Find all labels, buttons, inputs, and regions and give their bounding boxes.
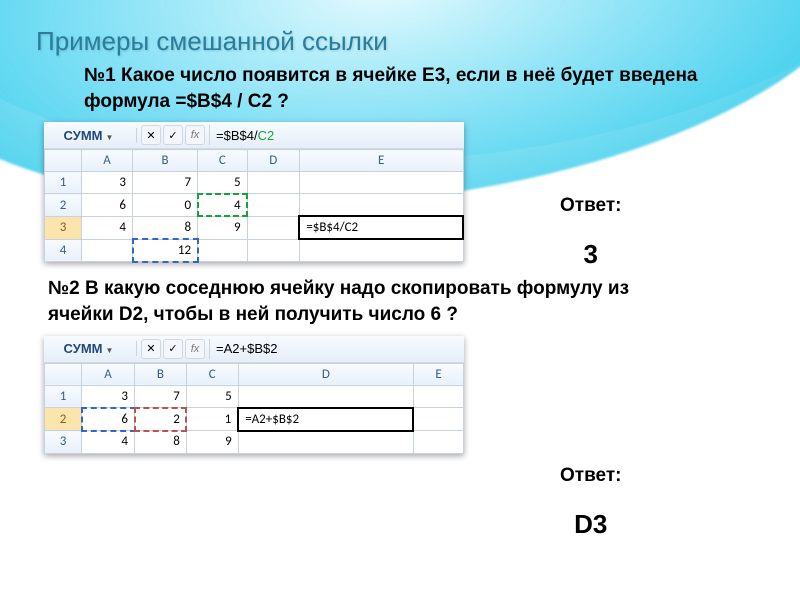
col-C[interactable]: C (186, 363, 238, 385)
cell[interactable] (82, 239, 133, 262)
cell[interactable]: 4 (82, 216, 133, 239)
cell[interactable] (299, 239, 463, 262)
cell[interactable]: 0 (133, 194, 198, 217)
row-3[interactable]: 3 (45, 431, 82, 454)
cell-D2-formula[interactable]: =A2+$B$2 (238, 408, 413, 431)
enter-icon[interactable]: ✓ (163, 125, 183, 145)
col-B[interactable]: B (133, 150, 198, 172)
col-A[interactable]: A (82, 363, 135, 385)
answer-1-value: 3 (560, 239, 621, 270)
cell[interactable]: 4 (82, 431, 135, 454)
enter-icon[interactable]: ✓ (163, 339, 183, 359)
row-2[interactable]: 2 (45, 408, 82, 431)
formula-bar[interactable]: =A2+$B$2 (210, 341, 464, 356)
cancel-icon[interactable]: ✕ (141, 125, 161, 145)
row-1[interactable]: 1 (45, 172, 82, 194)
chevron-down-icon: ▼ (102, 346, 116, 355)
cell[interactable] (299, 172, 463, 194)
cell-A2[interactable]: 6 (82, 408, 135, 431)
row-3[interactable]: 3 (45, 216, 82, 239)
cell[interactable] (198, 239, 248, 262)
row-2[interactable]: 2 (45, 194, 82, 217)
spreadsheet-2: СУММ▼ ✕ ✓ fx =A2+$B$2 A B C D E 1 3 (44, 336, 464, 454)
answer-2-value: D3 (560, 509, 621, 540)
chevron-down-icon: ▼ (102, 133, 116, 142)
cell[interactable]: 8 (135, 431, 187, 454)
cell-E3-formula[interactable]: =$B$4/C2 (299, 216, 463, 239)
cell[interactable]: 7 (135, 385, 187, 408)
cell[interactable]: 5 (186, 385, 238, 408)
col-A[interactable]: A (82, 150, 133, 172)
cell[interactable] (247, 194, 299, 217)
cell-C2[interactable]: 4 (198, 194, 248, 217)
grid-1[interactable]: A B C D E 1 3 7 5 2 6 0 4 (44, 149, 464, 262)
cell[interactable] (413, 408, 463, 431)
cell[interactable]: 7 (133, 172, 198, 194)
cell[interactable]: 8 (133, 216, 198, 239)
col-D[interactable]: D (238, 363, 413, 385)
cell[interactable] (247, 216, 299, 239)
col-D[interactable]: D (247, 150, 299, 172)
row-4[interactable]: 4 (45, 239, 82, 262)
cell[interactable] (238, 385, 413, 408)
row-1[interactable]: 1 (45, 385, 82, 408)
cell[interactable]: 9 (198, 216, 248, 239)
formula-bar[interactable]: =$B$4/C2 (210, 128, 464, 143)
cell[interactable] (238, 431, 413, 454)
cell[interactable] (247, 172, 299, 194)
cell[interactable]: 5 (198, 172, 248, 194)
fx-icon[interactable]: fx (185, 125, 205, 145)
cancel-icon[interactable]: ✕ (141, 339, 161, 359)
cell[interactable]: 3 (82, 172, 133, 194)
grid-2[interactable]: A B C D E 1 3 7 5 2 6 2 1 =A2+$B$2 (44, 363, 464, 454)
slide-title: Примеры смешанной ссылки (36, 26, 764, 57)
answer-2-label: Ответ: (560, 465, 621, 487)
cell[interactable] (413, 385, 463, 408)
cell-B4[interactable]: 12 (133, 239, 198, 262)
fx-icon[interactable]: fx (185, 339, 205, 359)
question-1: №1 Какое число появится в ячейке E3, есл… (84, 63, 724, 114)
select-all[interactable] (45, 150, 82, 172)
question-2: №2 В какую соседнюю ячейку надо скопиров… (48, 276, 688, 327)
col-E[interactable]: E (413, 363, 463, 385)
col-C[interactable]: C (198, 150, 248, 172)
cell[interactable]: 3 (82, 385, 135, 408)
col-E[interactable]: E (299, 150, 463, 172)
cell[interactable]: 9 (186, 431, 238, 454)
name-box[interactable]: СУММ▼ (44, 128, 137, 143)
cell-B2[interactable]: 2 (135, 408, 187, 431)
cell[interactable] (299, 194, 463, 217)
cell[interactable]: 6 (82, 194, 133, 217)
answer-1-label: Ответ: (560, 195, 621, 217)
cell[interactable] (247, 239, 299, 262)
cell[interactable]: 1 (186, 408, 238, 431)
name-box[interactable]: СУММ▼ (44, 341, 137, 356)
col-B[interactable]: B (135, 363, 187, 385)
spreadsheet-1: СУММ▼ ✕ ✓ fx =$B$4/C2 A B C D E 1 3 (44, 122, 464, 262)
cell[interactable] (413, 431, 463, 454)
select-all[interactable] (45, 363, 82, 385)
